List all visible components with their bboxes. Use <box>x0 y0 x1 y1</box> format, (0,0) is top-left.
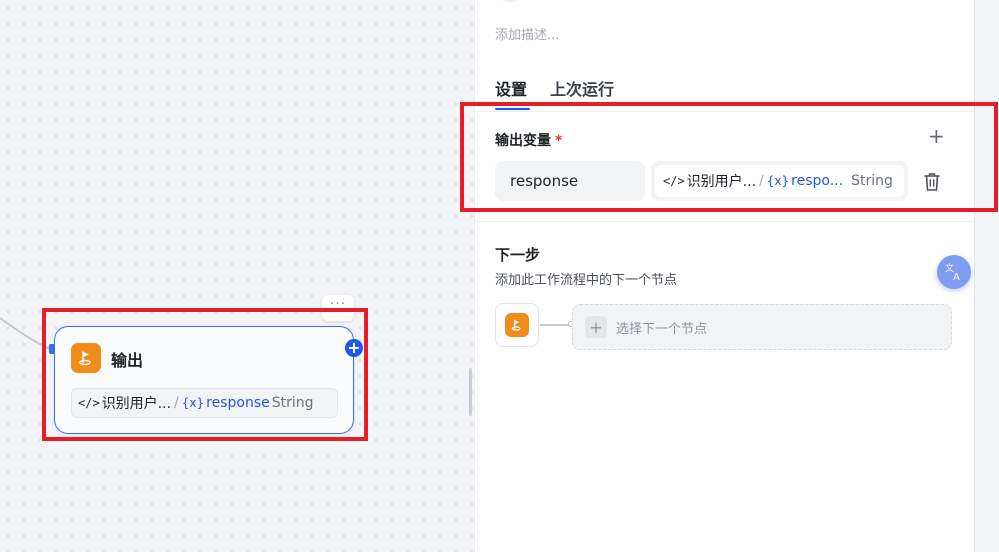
next-step-description: 添加此工作流程中的下一个节点 <box>495 273 678 288</box>
tab-settings[interactable]: 设置 <box>495 76 527 100</box>
required-mark: * <box>555 133 563 149</box>
tab-last-run[interactable]: 上次运行 <box>550 76 614 100</box>
panel-outer-area <box>974 0 999 552</box>
node-add-next-button[interactable]: + <box>345 339 363 357</box>
panel-resize-handle[interactable] <box>469 368 472 416</box>
node-title: 输出 <box>111 351 144 370</box>
variable-source: 识别用户... <box>101 396 172 412</box>
node-variable-chip: </> 识别用户... / {x} response String <box>71 388 338 418</box>
output-variables-label: 输出变量 <box>495 133 551 149</box>
code-icon: </> <box>78 396 100 410</box>
node-more-button[interactable]: ··· <box>322 295 354 321</box>
trash-icon[interactable] <box>923 172 941 192</box>
next-step-title: 下一步 <box>495 246 541 264</box>
variable-type: String <box>271 395 314 411</box>
flag-icon <box>71 343 101 373</box>
reference-type: String <box>851 173 893 189</box>
variable-reference-selector[interactable]: </> 识别用户... / {x} respo... String <box>651 161 908 201</box>
output-variable-name-input[interactable] <box>495 161 645 201</box>
variable-icon: {x} <box>181 396 205 410</box>
select-next-node-label: 选择下一个节点 <box>616 321 708 337</box>
reference-source: 识别用户... <box>686 174 757 190</box>
select-next-node-button[interactable]: + 选择下一个节点 <box>572 304 952 350</box>
svg-text:A: A <box>953 272 960 283</box>
reference-separator: / <box>759 173 764 189</box>
section-divider <box>475 221 974 222</box>
description-input[interactable]: 添加描述... <box>495 24 559 43</box>
incoming-edge <box>0 317 51 350</box>
current-node-icon <box>495 303 539 347</box>
add-output-variable-button[interactable]: + <box>928 126 945 146</box>
output-node[interactable]: 输出 </> 识别用户... / {x} response String <box>54 326 354 434</box>
variable-separator: / <box>174 395 179 411</box>
tabs-divider <box>475 111 974 112</box>
output-variables-title: 输出变量 * <box>495 130 562 150</box>
variable-reference-value[interactable]: </> 识别用户... / {x} respo... String <box>655 165 904 197</box>
variable-name: response <box>206 395 270 411</box>
workflow-canvas[interactable] <box>0 0 475 552</box>
active-tab-indicator <box>495 108 530 110</box>
translate-icon[interactable]: 文 A <box>937 255 971 289</box>
plus-icon: + <box>585 316 607 338</box>
reference-variable: respo... <box>791 173 844 189</box>
panel-edge-divider <box>974 0 975 552</box>
code-icon: </> <box>663 174 685 188</box>
flag-icon <box>505 313 529 337</box>
variable-icon: {x} <box>766 174 790 188</box>
